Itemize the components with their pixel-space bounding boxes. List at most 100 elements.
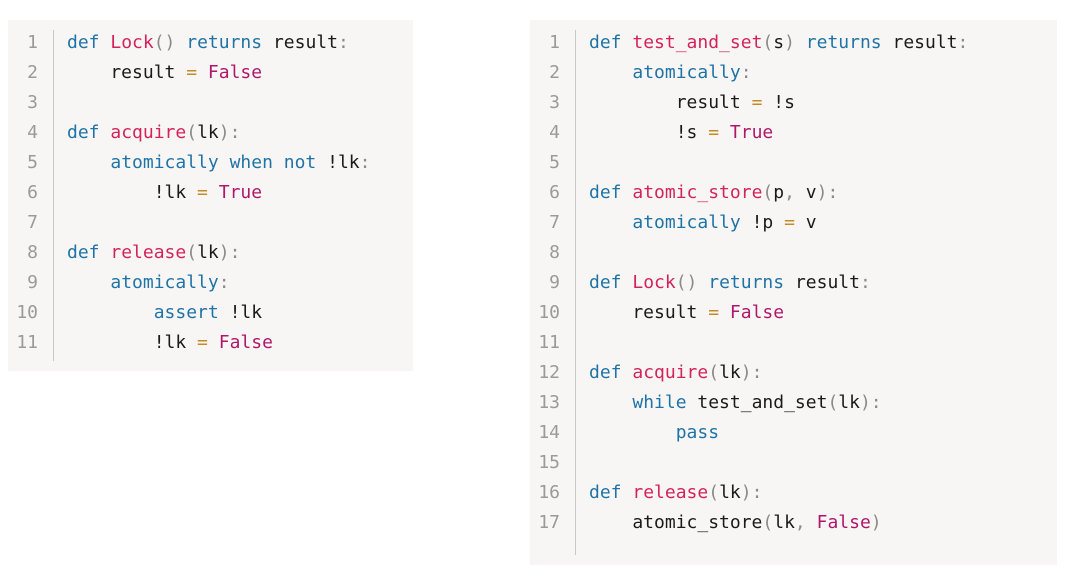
code-line: 12 def acquire(lk):	[530, 358, 1057, 388]
code-text: while test_and_set(lk):	[589, 388, 881, 418]
code-line: 9 atomically:	[8, 268, 413, 298]
code-token: atomically	[632, 212, 741, 233]
line-number: 9	[549, 272, 560, 293]
code-token: !lk	[67, 182, 198, 203]
code-token: atomically when not	[110, 152, 317, 173]
code-token: lk	[197, 122, 219, 143]
code-token: returns	[708, 272, 785, 293]
code-token: (	[708, 362, 720, 383]
code-token: acquire	[632, 362, 709, 383]
code-line: 6 def atomic_store(p, v):	[530, 178, 1057, 208]
line-number: 4	[27, 122, 38, 143]
code-token: :	[218, 272, 230, 293]
code-token: ()	[675, 272, 698, 293]
code-text: !lk = True	[67, 178, 262, 208]
code-text: def Lock() returns result:	[67, 28, 349, 58]
code-line: 4 !s = True	[530, 118, 1057, 148]
code-token: (	[762, 32, 774, 53]
line-number: 5	[549, 152, 560, 173]
code-token: atomically	[110, 272, 219, 293]
code-line: 2 atomically:	[530, 58, 1057, 88]
code-token: !lk	[316, 152, 360, 173]
code-text: def acquire(lk):	[589, 358, 762, 388]
code-token: def	[67, 122, 111, 143]
code-line: 5 atomically when not !lk:	[8, 148, 413, 178]
code-token: =	[708, 122, 720, 143]
code-text: result = False	[67, 58, 262, 88]
code-token: :	[957, 32, 969, 53]
code-token: ,	[794, 512, 806, 533]
line-number: 12	[538, 362, 560, 383]
code-text: assert !lk	[67, 298, 262, 328]
code-token: :	[359, 152, 371, 173]
code-text: def release(lk):	[67, 238, 240, 268]
line-number: 7	[27, 212, 38, 233]
code-token: ):	[740, 482, 763, 503]
code-line: 14 pass	[530, 418, 1057, 448]
code-token: False	[816, 512, 871, 533]
code-token: False	[729, 302, 785, 323]
code-token: False	[218, 332, 273, 353]
code-token: !p	[740, 212, 785, 233]
code-token: v	[794, 182, 817, 203]
code-line: 8 def release(lk):	[8, 238, 413, 268]
code-text: def test_and_set(s) returns result:	[589, 28, 968, 58]
code-line: 4 def acquire(lk):	[8, 118, 413, 148]
code-token: (	[708, 482, 720, 503]
code-token: lk	[719, 362, 741, 383]
line-number: 3	[27, 92, 38, 113]
code-token: acquire	[110, 122, 187, 143]
code-token: def	[589, 482, 633, 503]
code-token: Lock	[110, 32, 154, 53]
line-number: 2	[27, 62, 38, 83]
code-token: =	[751, 92, 763, 113]
code-line: 6 !lk = True	[8, 178, 413, 208]
code-token: =	[197, 332, 208, 353]
code-token: =	[186, 62, 198, 83]
code-line: 1 def test_and_set(s) returns result:	[530, 28, 1057, 58]
code-token: result	[589, 92, 752, 113]
line-number: 6	[27, 182, 38, 203]
code-line: 13 while test_and_set(lk):	[530, 388, 1057, 418]
code-token: Lock	[632, 272, 676, 293]
line-number: 10	[538, 302, 560, 323]
code-token: s	[773, 32, 785, 53]
line-number: 1	[549, 32, 560, 53]
line-number: 11	[16, 332, 38, 353]
code-token: True	[218, 182, 263, 203]
line-number: 6	[549, 182, 560, 203]
code-token: !s	[762, 92, 795, 113]
line-number: 4	[549, 122, 560, 143]
code-text: !lk = False	[67, 328, 273, 358]
code-text: def release(lk):	[589, 478, 762, 508]
code-text: result = !s	[589, 88, 795, 118]
code-text: pass	[589, 418, 719, 448]
code-token: False	[207, 62, 263, 83]
code-text: atomically !p = v	[589, 208, 816, 238]
code-line: 2 result = False	[8, 58, 413, 88]
code-token: def	[589, 362, 633, 383]
code-token: returns	[805, 32, 882, 53]
code-line: 11	[530, 328, 1057, 358]
code-line: 10 assert !lk	[8, 298, 413, 328]
code-token: ):	[740, 362, 763, 383]
line-number: 9	[27, 272, 38, 293]
code-token: ):	[218, 122, 241, 143]
code-panel-right: 1 def test_and_set(s) returns result: 2 at…	[530, 20, 1057, 565]
line-number: 14	[538, 422, 560, 443]
code-token: atomically	[632, 62, 741, 83]
code-text: atomically:	[67, 268, 230, 298]
code-text: def acquire(lk):	[67, 118, 240, 148]
line-number: 3	[549, 92, 560, 113]
code-token: while	[632, 392, 687, 413]
code-token: =	[784, 212, 795, 233]
